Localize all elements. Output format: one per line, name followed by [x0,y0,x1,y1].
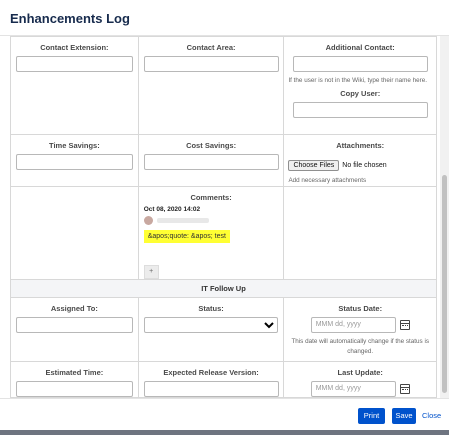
status-date-label: Status Date: [338,304,383,313]
comments-cell: Comments: Oct 08, 2020 14:02 &apos;quote… [137,186,285,280]
choose-files-button[interactable]: Choose Files [288,160,340,171]
additional-contact-input[interactable] [292,56,428,72]
comment-author [143,216,284,225]
time-savings-cell: Time Savings: [10,134,139,187]
contact-extension-cell: Contact Extension: [10,36,139,135]
add-comment-button[interactable]: + [143,265,159,279]
no-file-chosen-text: No file chosen [342,162,387,169]
contact-extension-input[interactable] [15,56,133,72]
attachments-cell: Attachments: Choose Files No file chosen … [283,134,437,187]
last-update-input[interactable]: MMM dd, yyyy [310,381,396,397]
contact-area-cell: Contact Area: [137,36,285,135]
status-cell: Status: [137,297,285,362]
print-button[interactable]: Print [358,408,385,424]
expected-release-label: Expected Release Version: [163,368,259,377]
dialog-body[interactable]: Contact Extension: Contact Area: Additio… [0,36,440,398]
status-date-hint: This date will automatically change if t… [291,338,429,355]
contact-area-input[interactable] [143,56,279,72]
contact-area-label: Contact Area: [186,43,236,52]
avatar [143,216,153,225]
it-follow-up-header: IT Follow Up [10,279,437,298]
dialog-title: Enhancements Log [10,11,130,26]
attach-hint-text: Add necessary attachments [288,177,367,184]
dialog-header: Enhancements Log [0,0,449,36]
assigned-to-cell: Assigned To: [10,297,139,362]
time-savings-input[interactable] [15,154,133,170]
expected-release-cell: Expected Release Version: [137,361,285,398]
comment-timestamp: Oct 08, 2020 14:02 [143,206,201,213]
time-savings-label: Time Savings: [49,141,100,150]
form-grid: Contact Extension: Contact Area: Additio… [10,36,437,398]
enhancements-log-dialog: Enhancements Log Contact Extension: Cont… [0,0,449,430]
estimated-time-label: Estimated Time: [45,368,104,377]
copy-user-input[interactable] [292,102,428,118]
author-name-redacted [156,218,209,223]
save-button[interactable]: Save [392,408,416,424]
estimated-time-cell: Estimated Time: [10,361,139,398]
last-update-label: Last Update: [337,368,383,377]
assigned-to-label: Assigned To: [50,304,98,313]
status-select[interactable] [144,317,279,333]
expected-release-input[interactable] [143,381,279,397]
page-backdrop [0,430,449,435]
status-label: Status: [198,304,224,313]
scrollbar-thumb[interactable] [442,175,447,393]
calendar-icon[interactable] [399,320,410,330]
cost-savings-cell: Cost Savings: [137,134,285,187]
cost-savings-label: Cost Savings: [186,141,237,150]
copy-user-label: Copy User: [340,89,381,98]
assigned-to-input[interactable] [15,317,133,333]
attachments-label: Attachments: [336,141,385,150]
comments-right-cell [283,186,437,280]
calendar-icon[interactable] [399,384,410,394]
additional-contact-cell: Additional Contact: If the user is not i… [283,36,437,135]
status-date-input[interactable]: MMM dd, yyyy [310,317,396,333]
contact-extension-label: Contact Extension: [40,43,109,52]
comment-text: &apos;quote: &apos; test [143,230,230,243]
cost-savings-input[interactable] [143,154,279,170]
comments-label: Comments: [190,193,232,202]
last-update-cell: Last Update: MMM dd, yyyy [283,361,437,398]
additional-contact-label: Additional Contact: [325,43,395,52]
estimated-time-input[interactable] [15,381,133,397]
wiki-hint-text: If the user is not in the Wiki, type the… [288,77,428,84]
status-date-cell: Status Date: MMM dd, yyyy This date will… [283,297,437,362]
comments-left-cell [10,186,139,280]
close-link[interactable]: Close [422,408,441,424]
